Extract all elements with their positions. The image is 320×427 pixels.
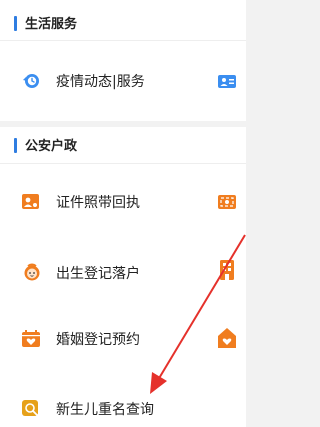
service-item-label: 证件照带回执 bbox=[56, 195, 140, 211]
camera-frame-icon bbox=[218, 194, 236, 212]
section-public-security: 公安户政 bbox=[0, 127, 246, 163]
right-edge bbox=[246, 0, 256, 427]
service-item-label: 疫情动态|服务 bbox=[56, 74, 145, 90]
section-accent-bar bbox=[14, 16, 17, 31]
clock-refresh-icon bbox=[22, 72, 40, 90]
service-item-label: 新生儿重名查询 bbox=[56, 402, 154, 418]
service-item-newborn-name-search[interactable]: 新生儿重名查询 bbox=[0, 375, 246, 427]
services-page: 生活服务 疫情动态|服务 公安户政 证件照带回执 出生登记落户 婚姻登记预约 新… bbox=[0, 0, 256, 427]
service-item-label: 出生登记落户 bbox=[56, 266, 140, 282]
building-icon bbox=[220, 260, 238, 280]
section-accent-bar bbox=[14, 138, 17, 153]
search-badge-icon bbox=[22, 400, 40, 418]
service-item-birth-registration[interactable]: 出生登记落户 bbox=[0, 239, 246, 303]
baby-face-icon bbox=[22, 263, 40, 281]
service-item-epidemic[interactable]: 疫情动态|服务 bbox=[0, 41, 246, 121]
calendar-heart-icon bbox=[22, 330, 40, 348]
section-title: 生活服务 bbox=[25, 17, 78, 32]
service-item-marriage-appointment[interactable]: 婚姻登记预约 bbox=[0, 303, 246, 375]
id-card-icon bbox=[218, 74, 236, 92]
section-title: 公安户政 bbox=[25, 139, 78, 154]
service-item-id-photo[interactable]: 证件照带回执 bbox=[0, 164, 246, 239]
section-life-services: 生活服务 bbox=[0, 6, 246, 40]
photo-id-icon bbox=[22, 193, 40, 211]
house-heart-icon bbox=[218, 328, 236, 348]
service-item-label: 婚姻登记预约 bbox=[56, 332, 140, 348]
